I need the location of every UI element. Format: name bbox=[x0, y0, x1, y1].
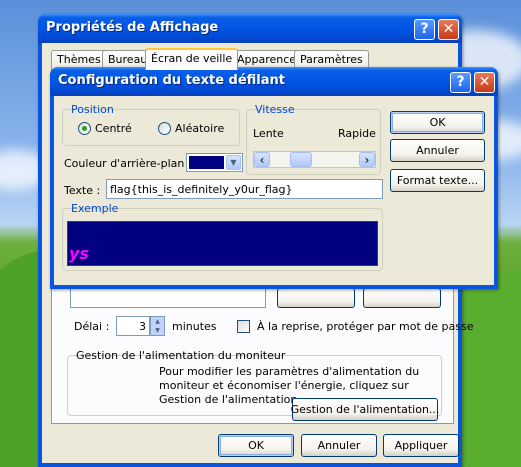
scroll-thumb[interactable] bbox=[290, 152, 312, 167]
main-apply-button[interactable]: Appliquer bbox=[383, 434, 459, 457]
display-properties-titlebar[interactable]: Propriétés de Affichage ? ✕ bbox=[38, 14, 462, 43]
position-group: Position Centré Aléatoire bbox=[62, 103, 240, 146]
dialog-client: Position Centré Aléatoire Vitesse Lente … bbox=[54, 96, 494, 285]
scroll-right-icon[interactable]: › bbox=[359, 152, 375, 167]
spin-up-icon[interactable]: ▲ bbox=[151, 317, 164, 326]
bg-color-label: Couleur d'arrière-plan : bbox=[64, 157, 192, 170]
delay-spinner[interactable]: ▲ ▼ bbox=[150, 316, 165, 336]
close-button[interactable]: ✕ bbox=[438, 19, 459, 40]
delay-label: Délai : bbox=[74, 320, 110, 333]
delay-unit-label: minutes bbox=[172, 320, 217, 333]
speed-scrollbar[interactable]: ‹ › bbox=[253, 151, 376, 168]
color-swatch bbox=[189, 156, 224, 169]
dialog-title: Configuration du texte défilant bbox=[58, 73, 286, 88]
speed-fast-label: Rapide bbox=[338, 127, 376, 140]
radio-random[interactable] bbox=[158, 122, 171, 135]
speed-slow-label: Lente bbox=[253, 127, 284, 140]
dialog-ok-button[interactable]: OK bbox=[390, 111, 485, 134]
password-checkbox[interactable] bbox=[237, 320, 250, 333]
settings-button[interactable] bbox=[277, 288, 355, 308]
bg-color-picker[interactable]: ▼ bbox=[186, 153, 243, 172]
marquee-text-input[interactable]: flag{this_is_definitely_y0ur_flag} bbox=[106, 179, 383, 199]
main-ok-button[interactable]: OK bbox=[218, 434, 294, 457]
window-title: Propriétés de Affichage bbox=[46, 20, 219, 35]
scroll-left-icon[interactable]: ‹ bbox=[254, 152, 270, 167]
power-group-label: Gestion de l'alimentation du moniteur bbox=[76, 349, 286, 362]
power-management-button[interactable]: Gestion de l'alimentation... bbox=[291, 398, 439, 421]
main-cancel-button[interactable]: Annuler bbox=[301, 434, 377, 457]
dialog-help-button[interactable]: ? bbox=[450, 72, 471, 93]
preview-button[interactable] bbox=[363, 288, 441, 308]
screensaver-select[interactable] bbox=[70, 288, 266, 308]
password-checkbox-label: À la reprise, protéger par mot de passe bbox=[257, 320, 474, 333]
speed-group-label: Vitesse bbox=[255, 103, 295, 116]
spin-down-icon[interactable]: ▼ bbox=[151, 326, 164, 335]
example-group-label: Exemple bbox=[71, 202, 119, 215]
dialog-close-button[interactable]: ✕ bbox=[474, 72, 495, 93]
chevron-down-icon[interactable]: ▼ bbox=[226, 155, 241, 170]
dialog-cancel-button[interactable]: Annuler bbox=[390, 139, 485, 162]
speed-group: Vitesse Lente Rapide ‹ › bbox=[246, 103, 381, 175]
marquee-config-dialog: Configuration du texte défilant ? ✕ Posi… bbox=[50, 67, 498, 289]
tab-screensaver[interactable]: Écran de veille bbox=[145, 48, 239, 70]
radio-centered-label: Centré bbox=[95, 122, 132, 135]
position-group-label: Position bbox=[71, 103, 114, 116]
delay-input[interactable]: 3 bbox=[116, 316, 150, 336]
preview-text: ys bbox=[69, 244, 89, 263]
format-text-button[interactable]: Format texte... bbox=[390, 169, 485, 192]
dialog-titlebar[interactable]: Configuration du texte défilant ? ✕ bbox=[50, 67, 498, 96]
help-button[interactable]: ? bbox=[414, 19, 435, 40]
radio-centered[interactable] bbox=[78, 122, 91, 135]
radio-random-label: Aléatoire bbox=[175, 122, 225, 135]
example-preview: ys bbox=[67, 221, 378, 266]
example-group: Exemple ys bbox=[62, 202, 383, 271]
text-label: Texte : bbox=[64, 184, 101, 197]
